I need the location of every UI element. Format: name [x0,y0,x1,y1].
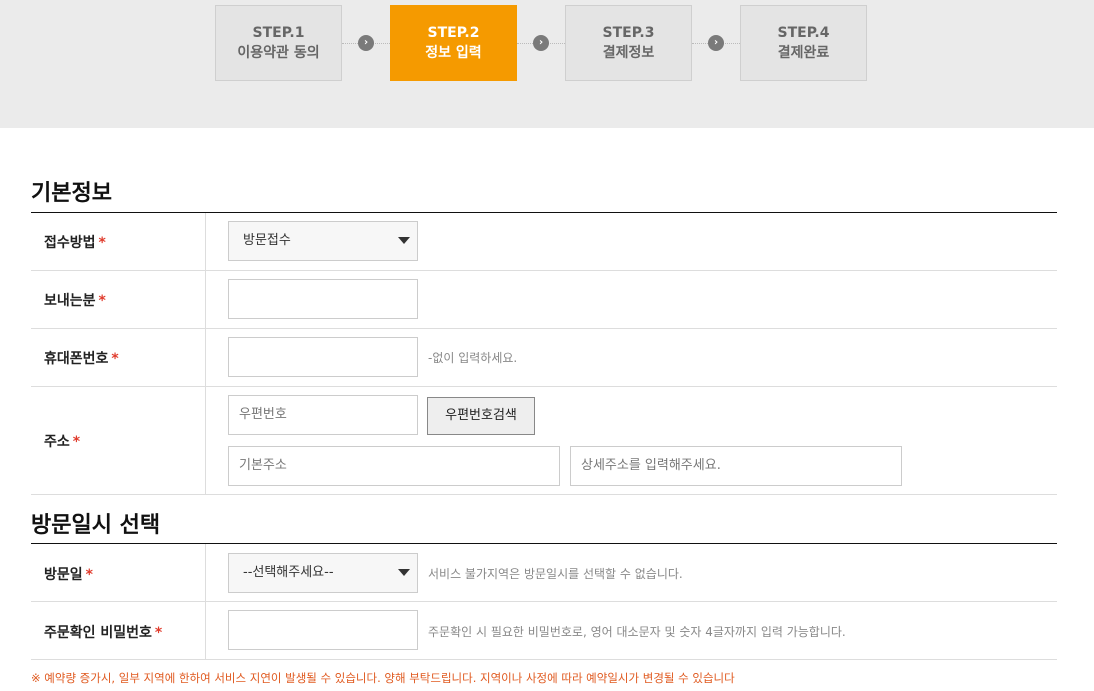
row-divider [31,270,1057,271]
caret-down-icon [398,569,410,576]
step-2: STEP.2 정보 입력 [390,5,517,81]
step-progress-bar: STEP.1 이용약관 동의 › STEP.2 정보 입력 › STEP.3 결… [0,0,1094,128]
order-password-label: 주문확인 비밀번호 * [44,622,162,642]
row-divider [31,328,1057,329]
required-mark: * [85,567,93,583]
section-divider [31,212,1057,213]
step-1: STEP.1 이용약관 동의 [215,5,342,81]
visit-section-title: 방문일시 선택 [31,513,161,538]
row-divider [31,659,1057,660]
sender-input[interactable] [228,279,418,319]
sender-label: 보내는분 * [44,290,106,310]
required-mark: * [72,434,81,450]
reception-method-value: 방문접수 [243,233,291,248]
step-4-number: STEP.4 [777,25,830,41]
reception-method-select[interactable]: 방문접수 [228,221,418,261]
order-password-input[interactable] [228,610,418,650]
basic-info-title: 기본정보 [31,181,112,206]
section-divider [31,543,1057,544]
step-3: STEP.3 결제정보 [565,5,692,81]
detail-address-input[interactable]: 상세주소를 입력해주세요. [570,446,902,486]
service-delay-notice: ※ 예약량 증가시, 일부 지역에 한하여 서비스 지연이 발생될 수 있습니다… [31,671,735,685]
postcode-search-button[interactable]: 우편번호검색 [427,397,535,435]
chevron-right-icon: › [358,35,374,51]
reception-method-label: 접수방법 * [44,232,106,252]
visit-date-label-text: 방문일 [44,567,83,583]
postcode-input[interactable]: 우편번호 [228,395,418,435]
phone-hint: -없이 입력하세요. [428,351,518,365]
step-1-number: STEP.1 [252,25,305,41]
required-mark: * [111,351,119,367]
column-divider [205,213,206,494]
order-password-hint: 주문확인 시 필요한 비밀번호로, 영어 대소문자 및 숫자 4글자까지 입력 … [428,625,846,639]
sender-label-text: 보내는분 [44,293,96,309]
required-mark: * [98,293,106,309]
address-label-text: 주소 [44,434,70,450]
address-label: 주소 * [44,431,80,451]
caret-down-icon [398,237,410,244]
chevron-right-icon: › [708,35,724,51]
visit-date-value: --선택해주세요-- [243,565,334,580]
step-4-name: 결제완료 [777,45,830,61]
visit-date-label: 방문일 * [44,564,93,584]
step-4: STEP.4 결제완료 [740,5,867,81]
step-1-name: 이용약관 동의 [237,45,320,61]
row-divider [31,601,1057,602]
chevron-right-icon: › [533,35,549,51]
column-divider [205,544,206,660]
visit-date-select[interactable]: --선택해주세요-- [228,553,418,593]
step-2-name: 정보 입력 [425,45,482,61]
base-address-input[interactable]: 기본주소 [228,446,560,486]
step-3-name: 결제정보 [602,45,655,61]
reception-method-label-text: 접수방법 [44,235,96,251]
row-divider [31,494,1057,495]
visit-date-hint: 서비스 불가지역은 방문일시를 선택할 수 없습니다. [428,567,683,581]
step-3-number: STEP.3 [602,25,655,41]
row-divider [31,386,1057,387]
order-password-label-text: 주문확인 비밀번호 [44,625,152,641]
required-mark: * [154,625,163,641]
phone-label: 휴대폰번호 * [44,348,119,368]
phone-label-text: 휴대폰번호 [44,351,109,367]
phone-input[interactable] [228,337,418,377]
step-2-number: STEP.2 [427,25,480,41]
required-mark: * [98,235,106,251]
